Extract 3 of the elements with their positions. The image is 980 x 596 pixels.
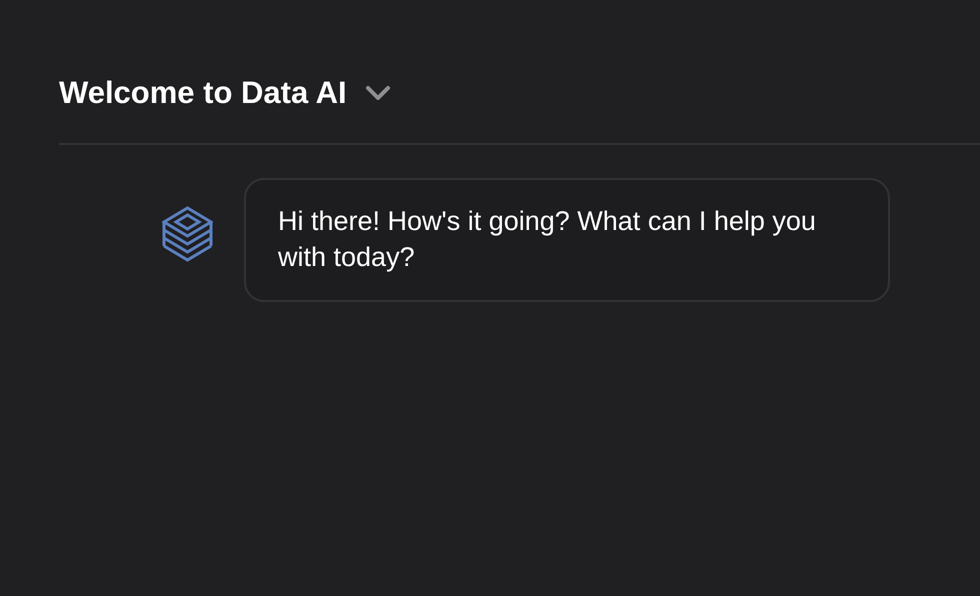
chevron-down-icon[interactable] — [364, 85, 391, 101]
page-title: Welcome to Data AI — [59, 76, 347, 108]
message-bubble: Hi there! How's it going? What can I help you with today? — [244, 178, 890, 302]
